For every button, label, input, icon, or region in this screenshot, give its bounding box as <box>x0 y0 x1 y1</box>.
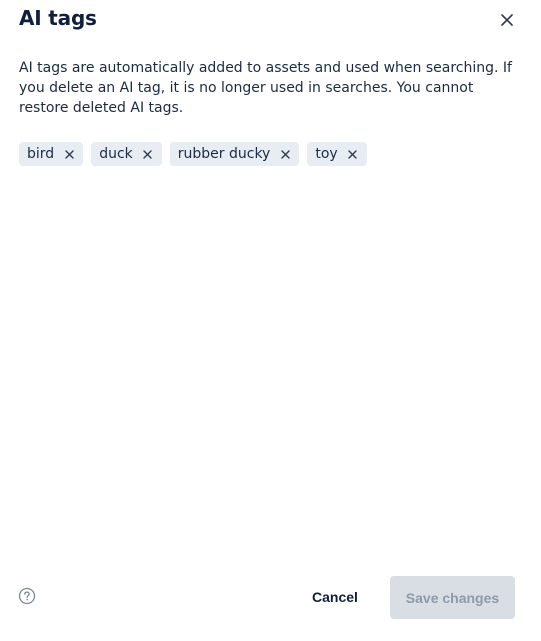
tag-chip: toy <box>307 142 367 166</box>
remove-tag-button[interactable] <box>346 147 360 161</box>
close-icon <box>281 149 290 159</box>
close-icon <box>64 149 74 159</box>
tag-label: duck <box>99 146 133 162</box>
save-changes-button[interactable]: Save changes <box>390 576 515 619</box>
close-icon <box>501 14 513 26</box>
tag-list: bird duck rubber ducky toy <box>19 142 367 166</box>
dialog-description: AI tags are automatically added to asset… <box>19 60 512 116</box>
tag-label: bird <box>27 146 55 162</box>
tag-label: toy <box>315 146 338 162</box>
tag-chip: bird <box>19 142 84 166</box>
question-circle-icon <box>18 587 36 605</box>
help-button[interactable] <box>18 587 36 605</box>
close-icon <box>143 149 152 159</box>
cancel-button[interactable]: Cancel <box>299 576 371 618</box>
close-button[interactable] <box>496 9 518 31</box>
tag-label: rubber ducky <box>177 146 271 162</box>
remove-tag-button[interactable] <box>62 147 76 161</box>
tag-chip: duck <box>91 142 162 166</box>
close-icon <box>348 149 357 159</box>
ai-tags-dialog: AI tags AI tags are automatically added … <box>0 0 541 641</box>
remove-tag-button[interactable] <box>141 147 155 161</box>
tag-chip: rubber ducky <box>169 142 300 166</box>
remove-tag-button[interactable] <box>278 147 292 161</box>
dialog-title: AI tags <box>19 6 97 30</box>
